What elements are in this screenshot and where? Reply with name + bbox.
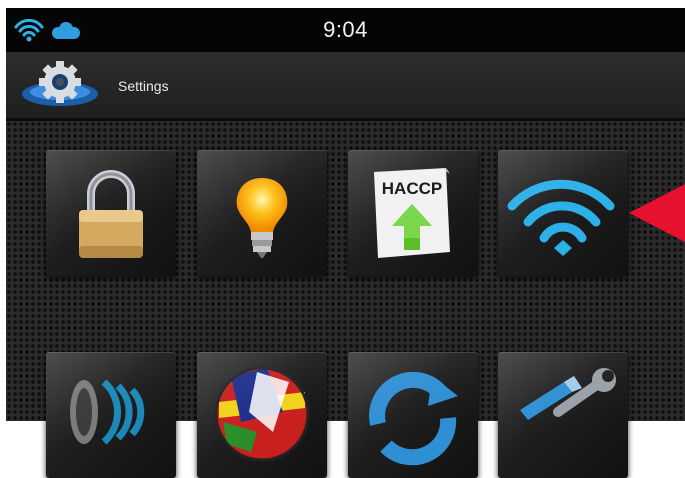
tile-wifi[interactable]	[498, 150, 628, 276]
lock-icon	[79, 170, 143, 258]
sound-icon	[70, 379, 145, 445]
settings-gear-icon[interactable]	[18, 60, 108, 112]
tile-language[interactable]	[197, 352, 327, 478]
haccp-upload-icon: HACCP	[374, 168, 450, 258]
status-bar: 9:04	[6, 8, 685, 52]
title-bar: Settings	[6, 52, 685, 121]
tile-sound[interactable]	[46, 352, 176, 478]
light-bulb-icon	[236, 178, 288, 258]
tile-lighting[interactable]	[197, 150, 327, 276]
red-arrow-icon	[629, 184, 685, 242]
tile-haccp[interactable]: HACCP	[348, 150, 478, 276]
tile-update[interactable]	[348, 352, 478, 478]
globe-flags-icon	[214, 366, 310, 462]
page-title: Settings	[118, 78, 169, 94]
tools-icon	[520, 368, 616, 420]
tile-lock[interactable]	[46, 150, 176, 276]
status-time: 9:04	[323, 17, 368, 42]
wifi-icon	[507, 179, 615, 256]
haccp-label: HACCP	[382, 179, 442, 198]
tile-service[interactable]	[498, 352, 628, 478]
refresh-icon	[369, 371, 458, 466]
